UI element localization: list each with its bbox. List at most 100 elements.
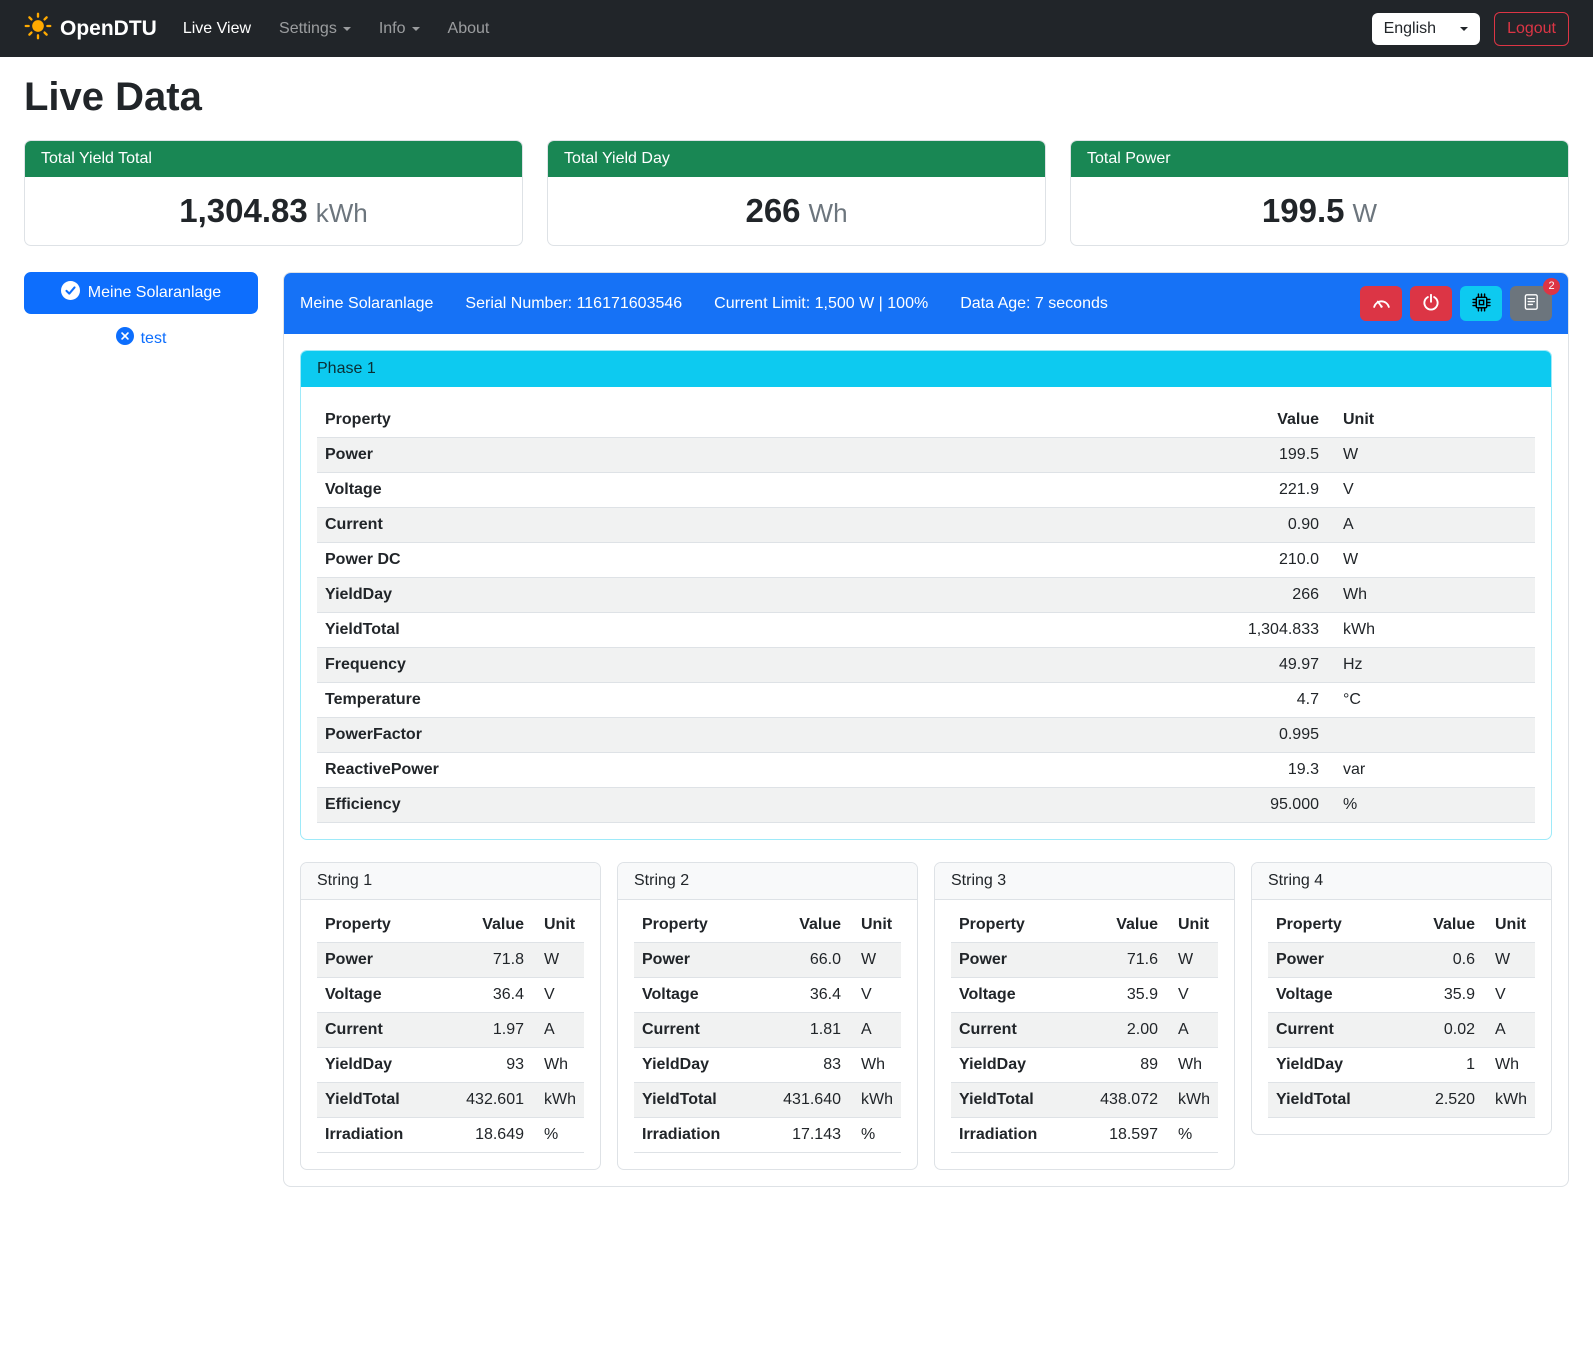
chevron-down-icon — [343, 27, 351, 31]
nav-settings-label: Settings — [279, 20, 337, 37]
table-row: Power0.6W — [1268, 943, 1535, 978]
value-cell: 18.649 — [458, 1118, 532, 1153]
string-3-card: String 3 PropertyValueUnit Power71.6W Vo… — [934, 862, 1235, 1170]
card-unit: W — [1353, 198, 1378, 228]
unit-cell: kWh — [1166, 1083, 1218, 1118]
unit-cell: A — [1483, 1013, 1535, 1048]
property-cell: Efficiency — [317, 788, 1192, 823]
unit-cell: Wh — [1327, 578, 1535, 613]
inverter-button-label: Meine Solaranlage — [88, 284, 221, 302]
value-cell: 0.02 — [1409, 1013, 1483, 1048]
table-row: YieldDay266Wh — [317, 578, 1535, 613]
unit-header: Unit — [1166, 908, 1218, 943]
card-unit: Wh — [809, 198, 848, 228]
unit-cell: A — [1166, 1013, 1218, 1048]
table-row: Power71.8W — [317, 943, 584, 978]
value-cell: 199.5 — [1192, 438, 1327, 473]
property-cell: YieldTotal — [1268, 1083, 1409, 1118]
table-row: YieldTotal431.640kWh — [634, 1083, 901, 1118]
unit-header: Unit — [1327, 403, 1535, 438]
unit-header: Unit — [849, 908, 901, 943]
table-row: YieldDay89Wh — [951, 1048, 1218, 1083]
string-table: PropertyValueUnit Power0.6W Voltage35.9V… — [1268, 908, 1535, 1118]
value-cell: 35.9 — [1409, 978, 1483, 1013]
table-row: Voltage36.4V — [317, 978, 584, 1013]
nav-about[interactable]: About — [448, 20, 490, 38]
language-value: English — [1384, 20, 1436, 38]
table-row: Power66.0W — [634, 943, 901, 978]
value-cell: 0.995 — [1192, 718, 1327, 753]
value-cell: 71.6 — [1092, 943, 1166, 978]
value-cell: 71.8 — [458, 943, 532, 978]
property-cell: Temperature — [317, 683, 1192, 718]
current-limit: Current Limit: 1,500 W | 100% — [714, 295, 928, 313]
chevron-down-icon — [412, 27, 420, 31]
unit-cell: Wh — [849, 1048, 901, 1083]
inverter-panel: Meine Solaranlage Serial Number: 1161716… — [283, 272, 1569, 1187]
logout-button[interactable]: Logout — [1494, 12, 1569, 46]
value-cell: 432.601 — [458, 1083, 532, 1118]
table-row: YieldDay83Wh — [634, 1048, 901, 1083]
property-cell: YieldDay — [317, 578, 1192, 613]
string-2-card: String 2 PropertyValueUnit Power66.0W Vo… — [617, 862, 918, 1170]
top-navbar: OpenDTU Live View Settings Info About En… — [0, 0, 1593, 57]
table-header-row: PropertyValueUnit — [1268, 908, 1535, 943]
nav-live-view[interactable]: Live View — [183, 20, 251, 38]
unit-cell — [1327, 718, 1535, 753]
property-cell: YieldTotal — [951, 1083, 1092, 1118]
table-row: Current0.02A — [1268, 1013, 1535, 1048]
inverter-test-link[interactable]: test — [24, 327, 258, 350]
sun-icon — [24, 12, 52, 46]
content-row: Meine Solaranlage test Meine Solaranlage… — [24, 272, 1569, 1187]
value-cell: 1,304.833 — [1192, 613, 1327, 648]
string-table: PropertyValueUnit Power71.6W Voltage35.9… — [951, 908, 1218, 1153]
property-cell: Current — [317, 508, 1192, 543]
limit-settings-button[interactable] — [1360, 286, 1402, 321]
string-4-card: String 4 PropertyValueUnit Power0.6W Vol… — [1251, 862, 1552, 1135]
brand-title: OpenDTU — [60, 17, 157, 41]
property-cell: Irradiation — [634, 1118, 775, 1153]
inverter-panel-body: Phase 1 Property Value Unit — [284, 334, 1568, 1186]
data-age: Data Age: 7 seconds — [960, 295, 1108, 313]
unit-cell: Hz — [1327, 648, 1535, 683]
unit-cell: W — [532, 943, 584, 978]
total-yield-total-card: Total Yield Total 1,304.83kWh — [24, 140, 523, 246]
event-log-button[interactable]: 2 — [1510, 286, 1552, 321]
main-nav: Live View Settings Info About — [183, 20, 490, 38]
card-value: 1,304.83 — [179, 192, 307, 229]
inverter-sidebar: Meine Solaranlage test — [24, 272, 258, 350]
value-cell: 221.9 — [1192, 473, 1327, 508]
property-cell: Voltage — [317, 978, 458, 1013]
property-cell: ReactivePower — [317, 753, 1192, 788]
table-row: Voltage35.9V — [951, 978, 1218, 1013]
language-select[interactable]: English — [1372, 13, 1480, 45]
value-cell: 431.640 — [775, 1083, 849, 1118]
inverter-select-button[interactable]: Meine Solaranlage — [24, 272, 258, 314]
value-header: Value — [775, 908, 849, 943]
value-cell: 266 — [1192, 578, 1327, 613]
value-cell: 210.0 — [1192, 543, 1327, 578]
table-row: YieldTotal2.520kWh — [1268, 1083, 1535, 1118]
table-row: ReactivePower19.3var — [317, 753, 1535, 788]
phase-card: Phase 1 Property Value Unit — [300, 350, 1552, 840]
table-row: YieldDay93Wh — [317, 1048, 584, 1083]
string-title: String 3 — [935, 863, 1234, 900]
table-header-row: Property Value Unit — [317, 403, 1535, 438]
property-cell: Irradiation — [951, 1118, 1092, 1153]
unit-header: Unit — [1483, 908, 1535, 943]
property-cell: Current — [317, 1013, 458, 1048]
unit-cell: W — [1483, 943, 1535, 978]
brand-logo[interactable]: OpenDTU — [24, 12, 157, 46]
property-cell: YieldDay — [951, 1048, 1092, 1083]
property-cell: Power — [1268, 943, 1409, 978]
string-title: String 2 — [618, 863, 917, 900]
nav-info[interactable]: Info — [379, 20, 420, 38]
unit-cell: % — [532, 1118, 584, 1153]
nav-settings[interactable]: Settings — [279, 20, 351, 38]
table-row: Irradiation18.649% — [317, 1118, 584, 1153]
property-cell: Voltage — [1268, 978, 1409, 1013]
unit-cell: °C — [1327, 683, 1535, 718]
power-settings-button[interactable] — [1410, 286, 1452, 321]
value-cell: 19.3 — [1192, 753, 1327, 788]
device-info-button[interactable] — [1460, 286, 1502, 321]
